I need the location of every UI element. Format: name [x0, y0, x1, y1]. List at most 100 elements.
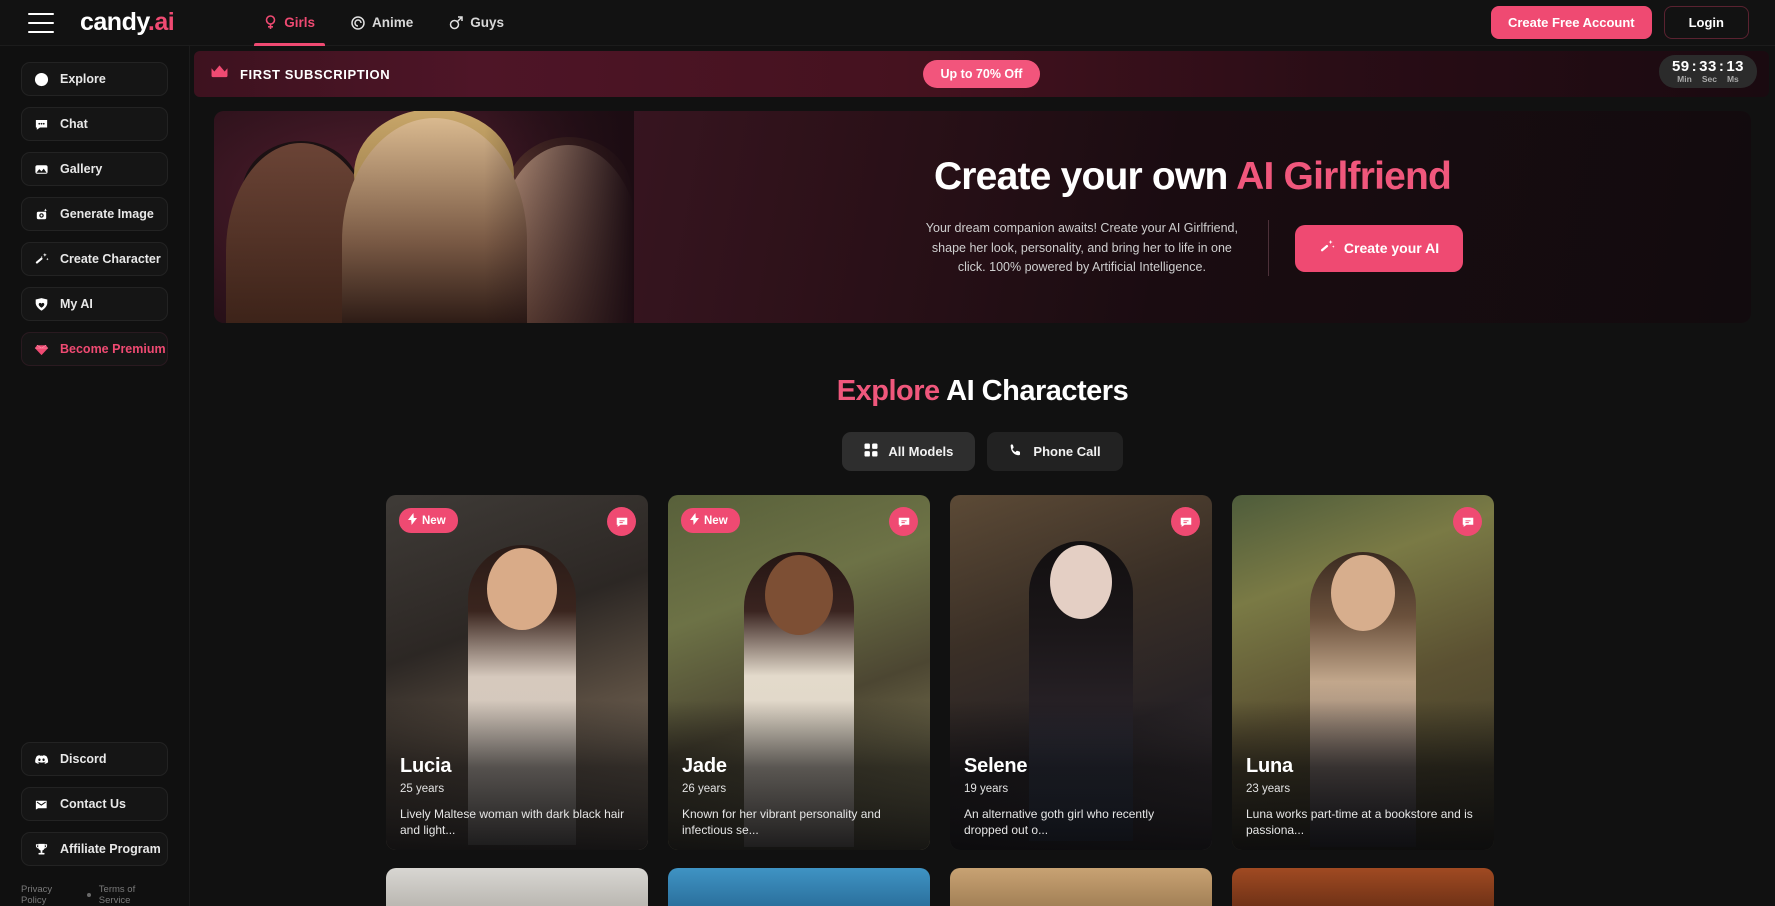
sidebar-item-explore[interactable]: Explore — [21, 62, 168, 96]
trophy-icon — [34, 842, 49, 857]
hero-text-block: Create your own AI Girlfriend Your dream… — [634, 111, 1751, 323]
filter-phone-call[interactable]: Phone Call — [987, 432, 1123, 471]
character-card[interactable] — [386, 868, 648, 906]
character-description: Luna works part-time at a bookstore and … — [1246, 806, 1473, 837]
envelope-icon — [34, 797, 49, 812]
mars-icon — [449, 15, 463, 30]
character-card[interactable]: Selene 19 years An alternative goth girl… — [950, 495, 1212, 850]
top-right-actions: Create Free Account Login — [1490, 6, 1749, 39]
card-chat-button[interactable] — [1171, 507, 1200, 536]
sidebar-item-label: Affiliate Program — [60, 842, 161, 856]
compass-icon — [34, 72, 49, 87]
new-badge: New — [681, 508, 740, 533]
hero-banner: Create your own AI Girlfriend Your dream… — [214, 111, 1751, 323]
promo-banner: FIRST SUBSCRIPTION Up to 70% Off 59:33:1… — [194, 51, 1769, 97]
character-card[interactable] — [950, 868, 1212, 906]
terms-of-service-link[interactable]: Terms of Service — [99, 884, 168, 906]
sidebar-item-label: My AI — [60, 297, 93, 311]
character-card[interactable] — [1232, 868, 1494, 906]
hero-subtitle: Your dream companion awaits! Create your… — [925, 221, 1238, 275]
promo-title: FIRST SUBSCRIPTION — [240, 66, 391, 82]
character-name: Selene — [964, 754, 1028, 777]
promo-offer-button[interactable]: Up to 70% Off — [922, 60, 1041, 88]
character-age: 19 years — [964, 782, 1009, 795]
character-age: 23 years — [1246, 782, 1291, 795]
gallery-icon — [34, 162, 49, 177]
sidebar-item-create-character[interactable]: Create Character — [21, 242, 168, 276]
generate-image-icon — [34, 207, 49, 222]
card-chat-button[interactable] — [889, 507, 918, 536]
character-description: An alternative goth girl who recently dr… — [964, 806, 1155, 837]
character-name: Lucia — [400, 754, 452, 777]
sidebar-item-gallery[interactable]: Gallery — [21, 152, 168, 186]
card-info: Luna 23 years Luna works part-time at a … — [1246, 755, 1480, 838]
character-description: Lively Maltese woman with dark black hai… — [400, 806, 625, 837]
filter-tabs: All Models Phone Call — [190, 432, 1775, 471]
nav-tab-girls[interactable]: Girls — [246, 0, 333, 46]
nav-tab-guys[interactable]: Guys — [431, 0, 522, 46]
create-free-account-button[interactable]: Create Free Account — [1490, 6, 1652, 39]
hero-heading-white: Create your own — [933, 155, 1237, 199]
timer-separator-1: : — [1691, 58, 1698, 75]
character-grid: New Lucia 25 years Lively Maltese woman … — [386, 495, 1775, 850]
card-info: Jade 26 years Known for her vibrant pers… — [682, 755, 916, 838]
sidebar-item-label: Become Premium — [60, 342, 166, 356]
hero-subtitle-row: Your dream companion awaits! Create your… — [922, 219, 1464, 277]
card-info: Selene 19 years An alternative goth girl… — [964, 755, 1198, 838]
filter-label: All Models — [888, 444, 954, 459]
sidebar-item-my-ai[interactable]: My AI — [21, 287, 168, 321]
discord-icon — [34, 752, 49, 767]
top-bar: candy.ai Girls Anime Guys Create Free Ac… — [0, 0, 1775, 46]
new-badge: New — [399, 508, 458, 533]
brand-name: candy — [80, 8, 148, 36]
character-card[interactable]: New Lucia 25 years Lively Maltese woman … — [386, 495, 648, 850]
sidebar-item-discord[interactable]: Discord — [21, 742, 168, 776]
login-button[interactable]: Login — [1663, 6, 1749, 39]
card-info: Lucia 25 years Lively Maltese woman with… — [400, 755, 634, 838]
sidebar-legal-links: Privacy Policy Terms of Service — [0, 876, 189, 906]
sidebar-item-label: Contact Us — [60, 797, 126, 811]
countdown-labels: Min Sec Ms — [1672, 74, 1744, 84]
create-your-ai-button[interactable]: Create your AI — [1294, 224, 1464, 272]
timer-ms-label: Ms — [1726, 74, 1739, 84]
chat-bubble-icon — [34, 117, 49, 132]
bolt-icon — [690, 513, 699, 528]
sidebar-item-label: Generate Image — [60, 207, 154, 221]
filter-all-models[interactable]: All Models — [842, 432, 976, 471]
character-card[interactable] — [668, 868, 930, 906]
sidebar-item-generate-image[interactable]: Generate Image — [21, 197, 168, 231]
sidebar-item-label: Chat — [60, 117, 88, 131]
heart-shield-icon — [34, 297, 49, 312]
privacy-policy-link[interactable]: Privacy Policy — [21, 884, 79, 906]
brand-suffix: .ai — [147, 8, 175, 36]
sidebar-top-group: Explore Chat Gallery Generate Image Crea — [0, 46, 189, 366]
countdown-timer: 59:33:13 Min Sec Ms — [1658, 55, 1757, 88]
filter-label: Phone Call — [1033, 444, 1101, 459]
timer-ms: 13 — [1726, 58, 1744, 75]
hamburger-menu-icon[interactable] — [28, 12, 54, 33]
nav-tab-anime[interactable]: Anime — [333, 0, 431, 46]
sidebar-item-affiliate-program[interactable]: Affiliate Program — [21, 832, 168, 866]
character-name: Luna — [1246, 754, 1293, 777]
grid-icon — [864, 443, 878, 460]
sidebar-item-chat[interactable]: Chat — [21, 107, 168, 141]
magic-wand-icon — [1319, 239, 1335, 258]
nav-tab-label: Girls — [284, 15, 315, 30]
phone-icon — [1009, 443, 1023, 460]
card-chat-button[interactable] — [1453, 507, 1482, 536]
character-card[interactable]: New Jade 26 years Known for her vibrant … — [668, 495, 930, 850]
sidebar-item-become-premium[interactable]: Become Premium — [21, 332, 168, 366]
character-name: Jade — [682, 754, 727, 777]
timer-min-label: Min — [1677, 74, 1692, 84]
sidebar-item-contact-us[interactable]: Contact Us — [21, 787, 168, 821]
crown-icon — [210, 64, 229, 84]
brand-logo[interactable]: candy.ai — [80, 8, 175, 37]
card-chat-button[interactable] — [607, 507, 636, 536]
main-content: FIRST SUBSCRIPTION Up to 70% Off 59:33:1… — [190, 46, 1775, 906]
nav-tab-label: Guys — [470, 15, 504, 30]
character-card[interactable]: Luna 23 years Luna works part-time at a … — [1232, 495, 1494, 850]
legal-separator-dot — [86, 893, 91, 897]
create-your-ai-label: Create your AI — [1343, 240, 1440, 257]
character-description: Known for her vibrant personality and in… — [682, 806, 881, 837]
sidebar-item-label: Create Character — [60, 252, 161, 266]
